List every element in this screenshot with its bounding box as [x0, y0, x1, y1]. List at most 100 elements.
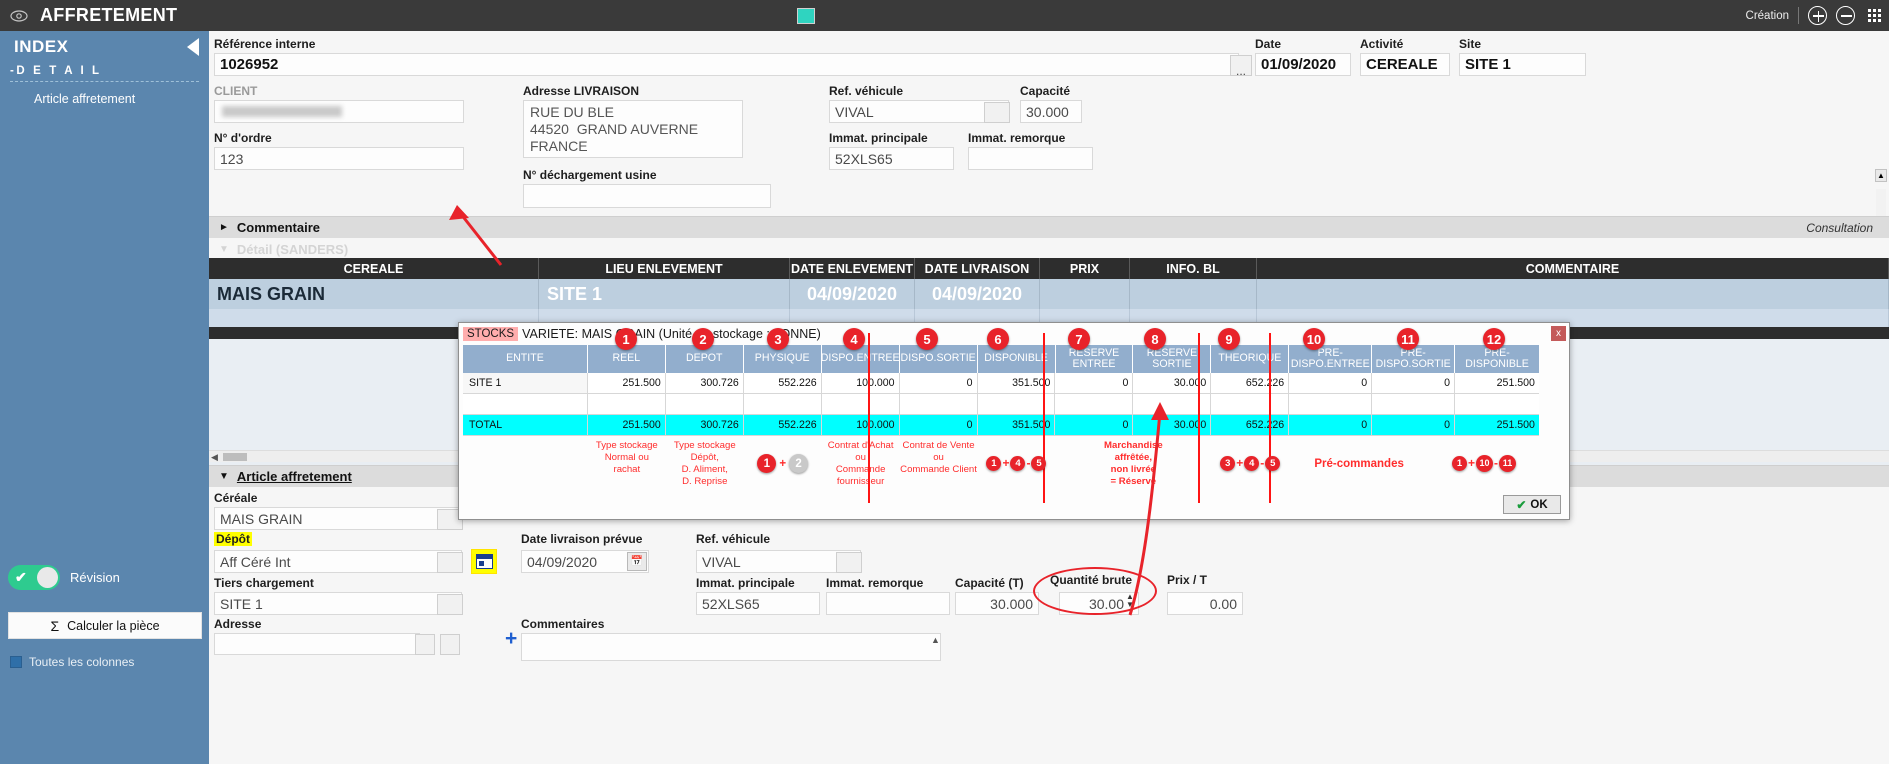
cell-date-enlevement: 04/09/2020	[790, 279, 915, 309]
section-commentaire-label: Commentaire	[237, 220, 320, 235]
sidebar-item-article-affretement[interactable]: Article affretement	[0, 89, 209, 109]
table-row[interactable]: SITE 1 251.500 300.726 552.226 100.000 0…	[463, 373, 1539, 394]
legend-precommandes: Pré-commandes	[1289, 437, 1429, 488]
client-input[interactable]	[214, 100, 464, 123]
quantite-brute-label: Quantité brute	[1050, 573, 1132, 587]
revision-toggle[interactable]: ✔	[8, 565, 60, 590]
adresse-extra-button[interactable]	[440, 634, 460, 655]
table-row-total[interactable]: TOTAL 251.500 300.726 552.226 100.000 0 …	[463, 415, 1539, 436]
adresse-lookup-button[interactable]	[415, 634, 435, 655]
calculer-la-piece-button[interactable]: Σ Calculer la pièce	[8, 612, 202, 639]
eye-icon[interactable]	[10, 10, 28, 22]
site-input[interactable]: SITE 1	[1459, 53, 1586, 76]
immat-remorque-input[interactable]	[968, 147, 1093, 170]
legend-depot: Type stockage Dépôt, D. Aliment, D. Repr…	[666, 437, 744, 488]
stock-table-icon[interactable]	[471, 549, 497, 574]
reference-interne-browse-button[interactable]: ...	[1230, 55, 1252, 76]
col-pre-dispo-entree[interactable]: PRE-DISPO.ENTREE	[1289, 345, 1372, 373]
commentaires-expand-icon[interactable]: ▲	[931, 635, 940, 645]
plus-sign: +	[1468, 456, 1475, 471]
stocks-table: ENTITE REEL DEPOT PHYSIQUE DISPO.ENTREE …	[463, 345, 1539, 436]
reference-interne-input[interactable]: 1026952	[214, 53, 1239, 76]
depot-lookup-button[interactable]	[437, 552, 463, 573]
section-commentaire[interactable]: ► Commentaire Consultation	[209, 216, 1889, 238]
annotation-divider-4	[1269, 333, 1271, 503]
reference-interne-label: Référence interne	[214, 37, 315, 51]
col-pre-dispo-sortie[interactable]: PRE-DISPO.SORTIE	[1372, 345, 1455, 373]
ref-vehicule-lookup-button[interactable]	[984, 102, 1010, 123]
cell-entite: SITE 1	[463, 373, 588, 394]
collapse-sidebar-icon[interactable]	[187, 38, 199, 56]
plus-circle-icon[interactable]	[1808, 6, 1827, 25]
col-physique[interactable]: PHYSIQUE	[744, 345, 822, 373]
col-header-date-enlevement[interactable]: DATE ENLEVEMENT	[790, 258, 915, 279]
immat-principale-input[interactable]: 52XLS65	[829, 147, 954, 170]
scroll-left-icon[interactable]: ◀	[211, 452, 218, 463]
consultation-label: Consultation	[1806, 221, 1873, 235]
col-reserve-entree[interactable]: RESERVE ENTREE	[1056, 345, 1134, 373]
legend-theorique-formula: 3 + 4 - 5	[1211, 437, 1289, 488]
badge-3: 3	[767, 328, 789, 350]
sidebar-detail-label: -D E T A I L	[0, 61, 209, 81]
toutes-colonnes-row[interactable]: Toutes les colonnes	[10, 655, 134, 669]
col-header-lieu-enlevement[interactable]: LIEU ENLEVEMENT	[539, 258, 790, 279]
tiers-chargement-lookup-button[interactable]	[437, 594, 463, 615]
adresse-livraison-label: Adresse LIVRAISON	[523, 84, 639, 98]
adresse-input[interactable]	[214, 633, 420, 655]
quantite-brute-stepper[interactable]: ▲▼	[1126, 593, 1134, 609]
cell-dispo-sortie: 0	[900, 373, 978, 394]
col-header-commentaire[interactable]: COMMENTAIRE	[1257, 258, 1889, 279]
table-row[interactable]: MAIS GRAIN SITE 1 04/09/2020 04/09/2020	[209, 279, 1889, 309]
minus-circle-icon[interactable]	[1836, 6, 1855, 25]
date-input[interactable]: 01/09/2020	[1255, 53, 1351, 76]
col-header-date-livraison[interactable]: DATE LIVRAISON	[915, 258, 1040, 279]
col-header-prix[interactable]: PRIX	[1040, 258, 1130, 279]
col-theorique[interactable]: THEORIQUE	[1211, 345, 1289, 373]
dechargement-usine-input[interactable]	[523, 184, 771, 208]
depot-input[interactable]: Aff Céré Int	[214, 550, 462, 573]
sidebar: INDEX -D E T A I L Article affretement ✔…	[0, 31, 209, 764]
col-dispo-sortie[interactable]: DISPO.SORTIE	[900, 345, 978, 373]
activite-input[interactable]: CEREALE	[1360, 53, 1450, 76]
cereale-input[interactable]: MAIS GRAIN	[214, 507, 462, 530]
calendar-icon[interactable]: 📅	[627, 552, 647, 571]
close-icon[interactable]: x	[1551, 326, 1566, 341]
numero-ordre-input[interactable]: 123	[214, 147, 464, 170]
checkbox-icon[interactable]	[10, 656, 22, 668]
col-entite[interactable]: ENTITE	[463, 345, 588, 373]
ref-vehicule-label: Ref. véhicule	[829, 84, 903, 98]
sidebar-index-title: INDEX	[14, 37, 68, 57]
col-header-info-bl[interactable]: INFO. BL	[1130, 258, 1257, 279]
header-form: Référence interne 1026952 ... Date 01/09…	[209, 31, 1889, 79]
chevron-right-icon: ►	[219, 222, 229, 233]
cell-dispo-entree: 100.000	[822, 373, 900, 394]
badge-5: 5	[1265, 456, 1280, 471]
scrollbar-thumb[interactable]	[223, 453, 247, 461]
cell-date-livraison: 04/09/2020	[915, 279, 1040, 309]
table-row-empty[interactable]	[463, 394, 1539, 415]
ref-vehicule-input[interactable]: VIVAL	[829, 100, 1009, 123]
col-dispo-entree[interactable]: DISPO.ENTREE	[822, 345, 900, 373]
add-line-icon[interactable]: +	[505, 627, 517, 651]
status-square-indicator[interactable]	[797, 8, 815, 24]
ref-vehicule-lookup-button-2[interactable]	[836, 552, 862, 573]
capacite-t-input[interactable]: 30.000	[955, 592, 1039, 615]
scroll-up-button[interactable]: ▲	[1875, 169, 1887, 182]
legend-reel: Type stockage Normal ou rachat	[588, 437, 666, 488]
immat-principale-input-2[interactable]: 52XLS65	[696, 592, 820, 615]
adresse-livraison-textarea[interactable]: RUE DU BLE 44520 GRAND AUVERNE FRANCE	[523, 100, 743, 158]
legend-predisponible-formula: 1 + 10 - 11	[1429, 437, 1539, 488]
ok-button[interactable]: ✔ OK	[1503, 495, 1561, 514]
section-detail-sanders[interactable]: ▼ Détail (SANDERS)	[209, 238, 1889, 260]
commentaires-input[interactable]	[521, 633, 941, 661]
grid-apps-icon[interactable]	[1868, 9, 1881, 22]
tiers-chargement-input[interactable]: SITE 1	[214, 592, 462, 615]
cell-pre-dispo-sortie-total: 0	[1372, 415, 1455, 436]
immat-remorque-input-2[interactable]	[826, 592, 950, 615]
sidebar-index-header: INDEX	[0, 31, 209, 61]
cell-reserve-entree: 0	[1055, 373, 1133, 394]
prix-t-input[interactable]: 0.00	[1167, 592, 1243, 615]
col-header-cereale[interactable]: CEREALE	[209, 258, 539, 279]
badge-1: 1	[1452, 456, 1467, 471]
capacite-input[interactable]: 30.000	[1020, 100, 1082, 123]
